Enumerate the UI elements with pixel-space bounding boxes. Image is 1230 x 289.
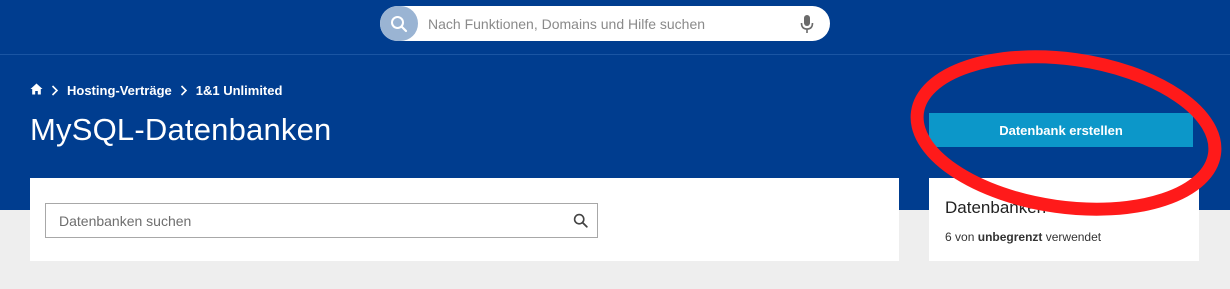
global-search-input[interactable]: Nach Funktionen, Domains und Hilfe suche… [428, 16, 796, 32]
usage-used: verwendet [1045, 230, 1102, 244]
search-icon[interactable] [380, 6, 418, 41]
chevron-right-icon [180, 84, 188, 96]
page-title: MySQL-Datenbanken [30, 112, 332, 147]
breadcrumb-item-unlimited[interactable]: 1&1 Unlimited [196, 83, 283, 98]
search-icon[interactable] [563, 213, 597, 228]
database-search-input[interactable]: Datenbanken suchen [46, 213, 563, 229]
usage-von: von [955, 230, 975, 244]
create-database-button[interactable]: Datenbank erstellen [929, 113, 1193, 147]
home-icon[interactable] [30, 83, 43, 98]
microphone-icon[interactable] [796, 13, 818, 35]
database-search-field[interactable]: Datenbanken suchen [45, 203, 598, 238]
database-usage-card: Datenbanken 6 von unbegrenzt verwendet [929, 178, 1199, 261]
database-list-card: Datenbanken suchen [30, 178, 899, 261]
usage-card-title: Datenbanken [945, 198, 1047, 217]
usage-text: 6 von unbegrenzt verwendet [945, 230, 1101, 244]
page: Nach Funktionen, Domains und Hilfe suche… [0, 0, 1230, 289]
global-search-bar[interactable]: Nach Funktionen, Domains und Hilfe suche… [380, 6, 830, 41]
breadcrumb: Hosting-Verträge 1&1 Unlimited [30, 81, 282, 99]
usage-limit: unbegrenzt [977, 230, 1043, 244]
chevron-right-icon [51, 84, 59, 96]
header-divider [0, 54, 1230, 55]
usage-count: 6 [945, 230, 952, 244]
breadcrumb-item-hosting[interactable]: Hosting-Verträge [67, 83, 172, 98]
